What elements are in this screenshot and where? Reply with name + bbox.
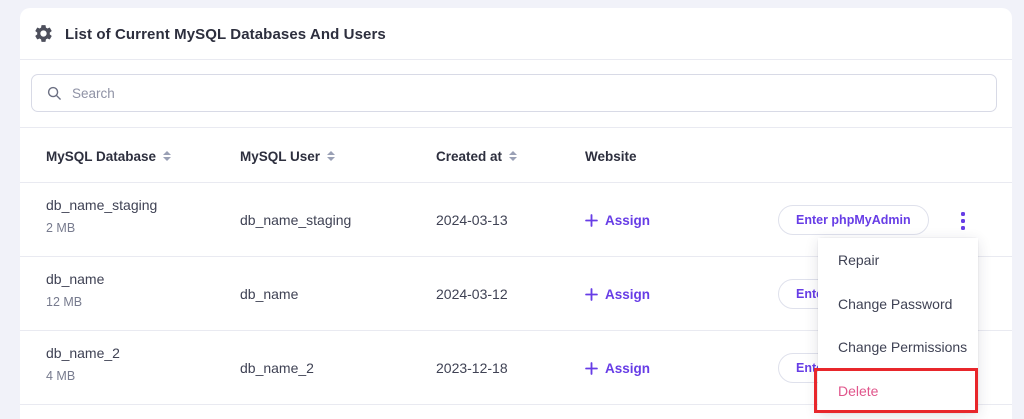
plus-icon: [585, 362, 598, 375]
column-header-mysql-user[interactable]: MySQL User: [240, 128, 335, 184]
sort-icon[interactable]: [327, 151, 335, 161]
column-label: Website: [585, 149, 637, 164]
assign-label: Assign: [605, 287, 650, 302]
page-title: List of Current MySQL Databases And User…: [65, 8, 386, 60]
database-size: 4 MB: [46, 369, 75, 383]
sort-icon[interactable]: [509, 151, 517, 161]
search-icon: [47, 86, 62, 101]
plus-icon: [585, 288, 598, 301]
card-header: List of Current MySQL Databases And User…: [20, 8, 1012, 60]
gear-icon: [33, 23, 54, 44]
column-label: Created at: [436, 149, 502, 164]
database-size: 12 MB: [46, 295, 82, 309]
menu-item-change-password[interactable]: Change Password: [818, 282, 978, 326]
created-at-cell: 2023-12-18: [436, 331, 508, 405]
kebab-menu-icon[interactable]: [956, 207, 970, 235]
column-label: MySQL User: [240, 149, 320, 164]
search-box[interactable]: [31, 74, 997, 112]
sort-icon[interactable]: [163, 151, 171, 161]
assign-label: Assign: [605, 361, 650, 376]
assign-website-link[interactable]: Assign: [585, 257, 650, 331]
table-header: MySQL Database MySQL User Created at Web…: [20, 127, 1012, 183]
mysql-user-cell: db_name_2: [240, 331, 314, 405]
database-size: 2 MB: [46, 221, 75, 235]
column-header-website: Website: [585, 128, 637, 184]
mysql-user-cell: db_name: [240, 257, 298, 331]
database-name: db_name: [46, 271, 104, 287]
column-header-mysql-database[interactable]: MySQL Database: [46, 128, 171, 184]
column-header-created-at[interactable]: Created at: [436, 128, 517, 184]
menu-item-change-permissions[interactable]: Change Permissions: [818, 326, 978, 370]
enter-phpmyadmin-button[interactable]: Enter phpMyAdmin: [778, 205, 929, 235]
menu-item-delete[interactable]: Delete: [818, 369, 978, 413]
assign-website-link[interactable]: Assign: [585, 183, 650, 257]
page: List of Current MySQL Databases And User…: [0, 0, 1024, 419]
database-name: db_name_staging: [46, 197, 157, 213]
search-input[interactable]: [72, 86, 952, 101]
menu-item-repair[interactable]: Repair: [818, 238, 978, 282]
assign-label: Assign: [605, 213, 650, 228]
row-actions-menu: Repair Change Password Change Permission…: [818, 238, 978, 413]
column-label: MySQL Database: [46, 149, 156, 164]
mysql-user-cell: db_name_staging: [240, 183, 351, 257]
created-at-cell: 2024-03-12: [436, 257, 508, 331]
created-at-cell: 2024-03-13: [436, 183, 508, 257]
plus-icon: [585, 214, 598, 227]
assign-website-link[interactable]: Assign: [585, 331, 650, 405]
database-name: db_name_2: [46, 345, 120, 361]
